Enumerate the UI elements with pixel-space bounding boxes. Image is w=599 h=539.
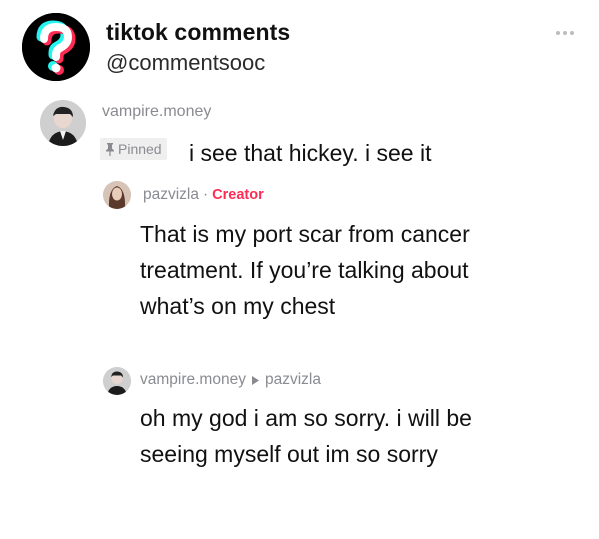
reply-header: pazvizla · Creator — [143, 186, 264, 204]
avatar[interactable] — [103, 181, 131, 209]
pin-icon — [106, 142, 114, 156]
separator: · — [203, 186, 209, 203]
reply-text: oh my god i am so sorry. i will be seein… — [140, 405, 472, 467]
avatar-image — [103, 181, 131, 209]
reply-text: That is my port scar from cancer treatme… — [140, 221, 470, 319]
avatar[interactable] — [103, 367, 131, 395]
question-mark-logo-icon — [22, 13, 90, 81]
reply-arrow-icon — [251, 375, 259, 385]
account-handle[interactable]: @commentsooc — [106, 50, 265, 76]
more-dots-icon[interactable] — [556, 22, 580, 35]
reply-to-username[interactable]: pazvizla — [265, 371, 321, 389]
avatar[interactable] — [40, 100, 86, 146]
reply-header: vampire.money pazvizla — [140, 371, 321, 389]
avatar-image — [103, 367, 131, 395]
comment-text: i see that hickey. i see it — [189, 140, 432, 166]
creator-badge: Creator — [212, 187, 264, 203]
pinned-badge: Pinned — [100, 138, 167, 160]
reply-username[interactable]: pazvizla — [143, 186, 199, 204]
comment-username[interactable]: vampire.money — [102, 103, 211, 121]
pinned-label: Pinned — [118, 141, 162, 157]
account-name[interactable]: tiktok comments — [106, 19, 290, 46]
avatar-image — [40, 100, 86, 146]
account-logo[interactable] — [22, 13, 90, 81]
reply-username[interactable]: vampire.money — [140, 371, 246, 389]
